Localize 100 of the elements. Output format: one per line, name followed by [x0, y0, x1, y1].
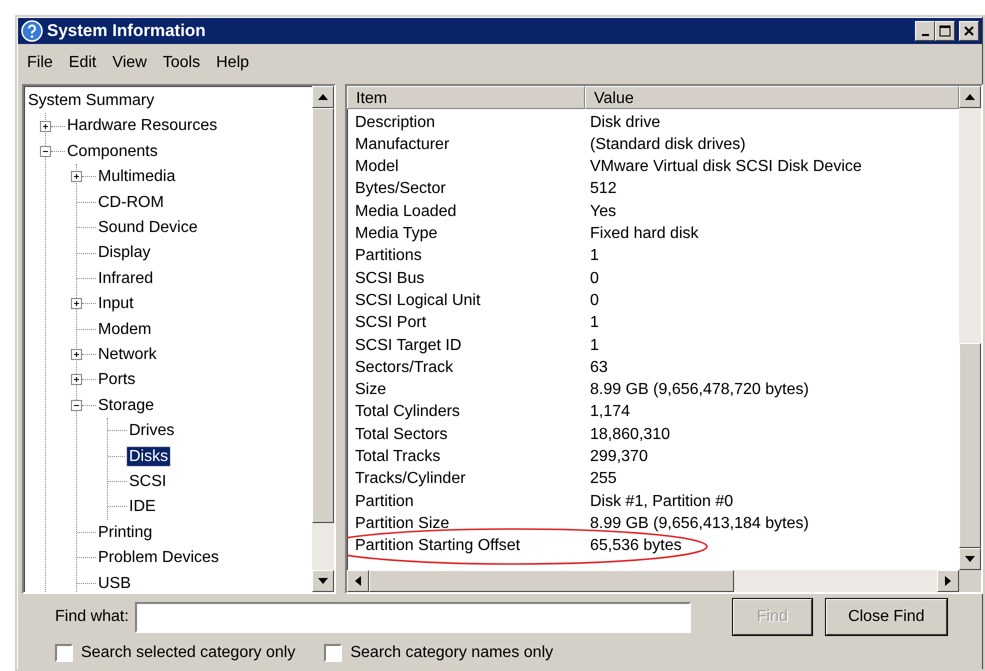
table-cell-text: Partition Starting Offset [354, 536, 522, 556]
table-cell-text: 1 [589, 313, 599, 332]
down-arrow-icon [965, 556, 975, 562]
menu-item[interactable]: Edit [60, 49, 104, 77]
scroll-up-button[interactable] [959, 86, 981, 108]
tree-item[interactable]: Drives [127, 421, 176, 440]
table-cell-text: Total Sectors [354, 424, 448, 444]
table-cell-text: SCSI Port [354, 313, 428, 332]
scroll-down-button[interactable] [312, 570, 334, 592]
table-cell-text: SCSI Bus [354, 268, 426, 288]
tree-item[interactable]: Display [96, 243, 152, 263]
tree-item[interactable]: Ports [96, 370, 138, 390]
maximize-button[interactable] [935, 21, 955, 41]
checkbox[interactable] [55, 644, 73, 662]
column-header[interactable]: Item [347, 86, 585, 109]
collapse-toggle[interactable] [71, 400, 82, 411]
menu-item[interactable]: Help [208, 49, 258, 77]
tree-item[interactable]: Network [96, 345, 159, 364]
tree-item[interactable]: Hardware Resources [65, 116, 220, 136]
tree-item[interactable]: CD-ROM [96, 192, 166, 212]
up-arrow-icon [318, 94, 328, 100]
expand-toggle[interactable] [71, 374, 82, 386]
table-cell-text: Total Tracks [354, 447, 442, 466]
expand-toggle[interactable] [40, 120, 51, 132]
left-arrow-icon [355, 576, 361, 586]
tree-item[interactable]: USB [96, 574, 133, 592]
tree-item[interactable]: Disks [127, 446, 170, 466]
table-cell-text: Disk #1, Partition #0 [589, 492, 734, 511]
down-arrow-icon [318, 578, 328, 584]
help-icon [21, 20, 43, 42]
collapse-toggle[interactable] [40, 146, 51, 157]
tree-item[interactable]: IDE [127, 497, 158, 517]
close-find-button[interactable]: Close Find [826, 599, 947, 635]
table-cell-text: Manufacturer [354, 134, 450, 154]
tree-item[interactable]: Problem Devices [96, 548, 221, 568]
menu-item[interactable]: File [19, 49, 61, 77]
table-cell-text: Tracks/Cylinder [354, 469, 467, 488]
table-cell-text: 1 [589, 336, 599, 355]
scrollbar-thumb[interactable] [959, 343, 981, 548]
find-field[interactable] [134, 602, 691, 632]
window-title: System Information [47, 20, 206, 42]
table-cell-text: 512 [589, 179, 617, 199]
tree-item[interactable]: Infrared [96, 268, 156, 288]
menu-item[interactable]: View [104, 49, 155, 77]
scroll-up-button[interactable] [312, 86, 334, 108]
table-cell-text: Partitions [354, 246, 423, 266]
minimize-button[interactable] [915, 21, 935, 41]
table-cell-text: SCSI Target ID [354, 336, 462, 355]
tree-item[interactable]: Printing [96, 522, 154, 542]
tree-item[interactable]: Multimedia [96, 167, 178, 186]
scrollbar-thumb[interactable] [369, 570, 734, 592]
table-cell-text: Total Cylinders [354, 402, 461, 422]
table-cell-text: Partition Size [354, 514, 450, 534]
menu-item[interactable]: Tools [154, 49, 208, 77]
minimize-icon [922, 34, 928, 36]
close-button[interactable] [959, 21, 979, 41]
scroll-left-button[interactable] [347, 570, 369, 592]
tree-item[interactable]: Storage [96, 396, 156, 415]
table-cell-text: 299,370 [589, 447, 648, 466]
right-arrow-icon [945, 576, 951, 586]
table-cell-text: 63 [589, 358, 608, 377]
table-cell-text: 18,860,310 [589, 424, 670, 444]
scroll-down-button[interactable] [959, 548, 981, 570]
tree-item[interactable]: System Summary [26, 91, 156, 110]
tree-item[interactable]: Input [96, 294, 136, 314]
tree-item[interactable]: Sound Device [96, 218, 200, 238]
expand-toggle[interactable] [71, 298, 82, 310]
table-cell-text: 255 [589, 469, 617, 488]
column-header[interactable]: Value [585, 86, 959, 109]
table-cell-text: Bytes/Sector [354, 179, 447, 199]
expand-toggle[interactable] [71, 349, 82, 360]
table-cell-text: 8.99 GB (9,656,478,720 bytes) [589, 380, 809, 400]
table-cell-text: SCSI Logical Unit [354, 290, 482, 310]
table-cell-text: Model [354, 157, 400, 176]
checkbox-label[interactable]: Search category names only [350, 643, 554, 663]
table-cell-text: Description [354, 112, 436, 132]
checkbox[interactable] [324, 644, 342, 662]
table-cell-text: VMware Virtual disk SCSI Disk Device [589, 157, 862, 176]
table-cell-text: 65,536 bytes [589, 536, 682, 556]
maximize-icon [939, 25, 951, 37]
table-cell-text: 8.99 GB (9,656,413,184 bytes) [589, 514, 809, 534]
tree-item[interactable]: Components [65, 142, 160, 162]
table-cell-text: Size [354, 380, 388, 400]
expand-toggle[interactable] [71, 171, 82, 182]
scroll-right-button[interactable] [937, 570, 959, 592]
tree-item[interactable]: SCSI [127, 472, 168, 492]
table-cell-text: Yes [589, 202, 616, 221]
table-cell-text: Media Type [354, 224, 438, 244]
up-arrow-icon [965, 94, 975, 100]
table-cell-text: (Standard disk drives) [589, 134, 746, 154]
table-cell-text: 0 [589, 290, 599, 310]
scrollbar-thumb[interactable] [312, 108, 334, 523]
table-cell-text: Sectors/Track [354, 358, 454, 377]
table-cell-text: Fixed hard disk [589, 224, 698, 244]
table-cell-text: Disk drive [589, 112, 660, 132]
table-cell-text: 0 [589, 268, 599, 288]
tree-item[interactable]: Modem [96, 320, 154, 339]
close-icon [963, 25, 975, 37]
checkbox-label[interactable]: Search selected category only [81, 643, 296, 663]
table-cell-text: Partition [354, 492, 415, 511]
